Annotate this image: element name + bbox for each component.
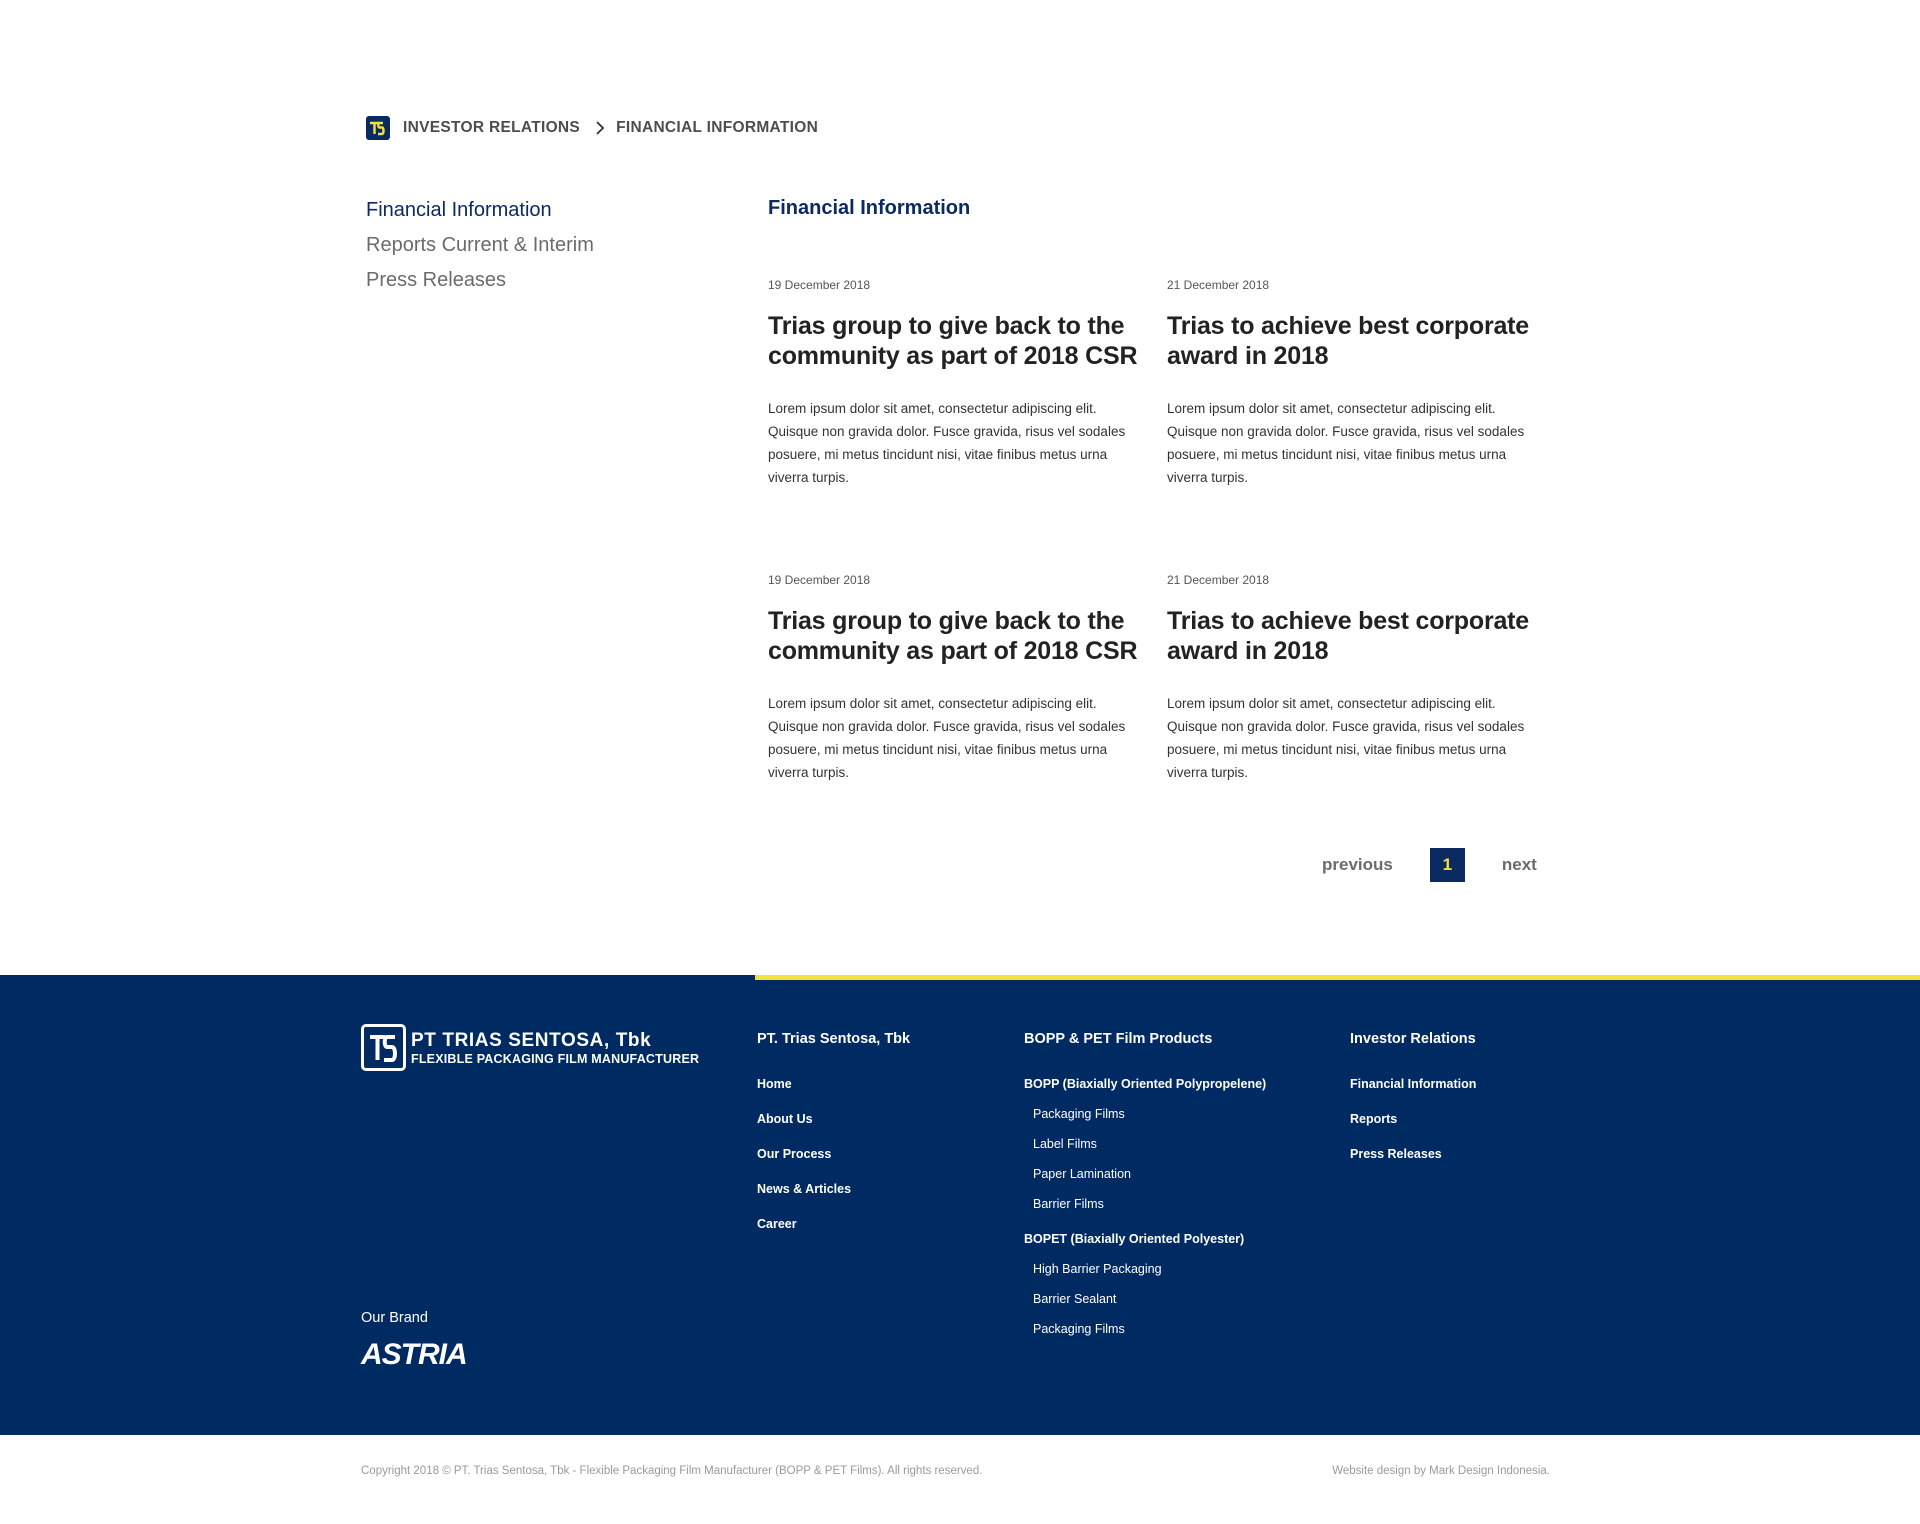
article-card[interactable]: 21 December 2018 Trias to achieve best c… xyxy=(1167,277,1547,489)
footer-column-company: PT. Trias Sentosa, Tbk Home About Us Our… xyxy=(757,1030,910,1251)
article-excerpt: Lorem ipsum dolor sit amet, consectetur … xyxy=(768,696,1126,780)
footer-link-reports[interactable]: Reports xyxy=(1350,1111,1476,1146)
article-card[interactable]: 21 December 2018 Trias to achieve best c… xyxy=(1167,572,1547,784)
breadcrumb-investor-relations[interactable]: INVESTOR RELATIONS xyxy=(403,119,580,137)
article-title[interactable]: Trias group to give back to the communit… xyxy=(768,606,1148,666)
footer-column-heading: PT. Trias Sentosa, Tbk xyxy=(757,1031,911,1047)
footer-link-financial-information[interactable]: Financial Information xyxy=(1350,1076,1476,1111)
footer-column-investor-relations: Investor Relations Financial Information… xyxy=(1350,1030,1476,1181)
current-page-number[interactable]: 1 xyxy=(1429,848,1465,882)
footer-link-press-releases[interactable]: Press Releases xyxy=(1350,1146,1476,1181)
copyright-text: Copyright 2018 © PT. Trias Sentosa, Tbk … xyxy=(361,1465,983,1477)
article-excerpt: Lorem ipsum dolor sit amet, consectetur … xyxy=(1167,401,1525,485)
footer-column-heading: BOPP & PET Film Products xyxy=(1024,1031,1213,1047)
article-title[interactable]: Trias group to give back to the communit… xyxy=(768,311,1148,371)
astria-brand-logo[interactable]: ASTRIA xyxy=(361,1338,468,1372)
sidebar-item-reports[interactable]: Reports Current & Interim xyxy=(366,231,594,266)
company-logo-icon xyxy=(361,1024,406,1071)
sidebar-item-press-releases[interactable]: Press Releases xyxy=(366,266,594,301)
footer-link-packaging-films[interactable]: Packaging Films xyxy=(1024,1106,1266,1136)
design-credit-link[interactable]: Website design by Mark Design Indonesia. xyxy=(1332,1465,1550,1477)
previous-page-link[interactable]: previous xyxy=(1322,855,1393,875)
company-logo-icon[interactable] xyxy=(366,116,390,140)
footer-company-name: PT TRIAS SENTOSA, Tbk xyxy=(411,1029,652,1051)
article-title[interactable]: Trias to achieve best corporate award in… xyxy=(1167,606,1547,666)
article-card[interactable]: 19 December 2018 Trias group to give bac… xyxy=(768,277,1148,489)
page-title: Financial Information xyxy=(768,197,971,219)
sidebar-nav: Financial Information Reports Current & … xyxy=(366,196,594,301)
footer-link-high-barrier-packaging[interactable]: High Barrier Packaging xyxy=(1024,1261,1266,1291)
sidebar-item-financial-information[interactable]: Financial Information xyxy=(366,196,594,231)
article-excerpt: Lorem ipsum dolor sit amet, consectetur … xyxy=(1167,696,1525,780)
footer-link-bopet[interactable]: BOPET (Biaxially Oriented Polyester) xyxy=(1024,1231,1266,1261)
footer-link-our-process[interactable]: Our Process xyxy=(757,1146,910,1181)
footer-link-home[interactable]: Home xyxy=(757,1076,910,1111)
footer-column-products: BOPP & PET Film Products BOPP (Biaxially… xyxy=(1024,1030,1266,1351)
footer-link-barrier-films[interactable]: Barrier Films xyxy=(1024,1196,1266,1231)
our-brand-label: Our Brand xyxy=(361,1310,428,1326)
footer-accent-bar xyxy=(755,975,1920,980)
article-card[interactable]: 19 December 2018 Trias group to give bac… xyxy=(768,572,1148,784)
footer-column-heading: Investor Relations xyxy=(1350,1031,1476,1047)
chevron-right-icon xyxy=(596,121,605,135)
pagination: previous 1 next xyxy=(1322,848,1537,882)
footer-link-paper-lamination[interactable]: Paper Lamination xyxy=(1024,1166,1266,1196)
article-date: 21 December 2018 xyxy=(1167,573,1270,587)
breadcrumb-financial-information: FINANCIAL INFORMATION xyxy=(616,119,819,136)
footer xyxy=(0,975,1920,1435)
next-page-link[interactable]: next xyxy=(1502,855,1537,875)
footer-link-barrier-sealant[interactable]: Barrier Sealant xyxy=(1024,1291,1266,1321)
article-excerpt: Lorem ipsum dolor sit amet, consectetur … xyxy=(768,401,1126,485)
footer-link-bopp[interactable]: BOPP (Biaxially Oriented Polypropelene) xyxy=(1024,1076,1266,1106)
footer-company-tagline: FLEXIBLE PACKAGING FILM MANUFACTURER xyxy=(411,1051,700,1066)
footer-link-packaging-films-pet[interactable]: Packaging Films xyxy=(1024,1321,1266,1351)
article-title[interactable]: Trias to achieve best corporate award in… xyxy=(1167,311,1547,371)
footer-link-news-articles[interactable]: News & Articles xyxy=(757,1181,910,1216)
article-date: 19 December 2018 xyxy=(768,278,871,292)
footer-link-career[interactable]: Career xyxy=(757,1216,910,1251)
footer-logo[interactable]: PT TRIAS SENTOSA, Tbk FLEXIBLE PACKAGING… xyxy=(361,1024,699,1071)
article-date: 21 December 2018 xyxy=(1167,278,1270,292)
footer-link-about-us[interactable]: About Us xyxy=(757,1111,910,1146)
article-date: 19 December 2018 xyxy=(768,573,871,587)
breadcrumb: INVESTOR RELATIONS FINANCIAL INFORMATION xyxy=(366,114,818,142)
footer-link-label-films[interactable]: Label Films xyxy=(1024,1136,1266,1166)
